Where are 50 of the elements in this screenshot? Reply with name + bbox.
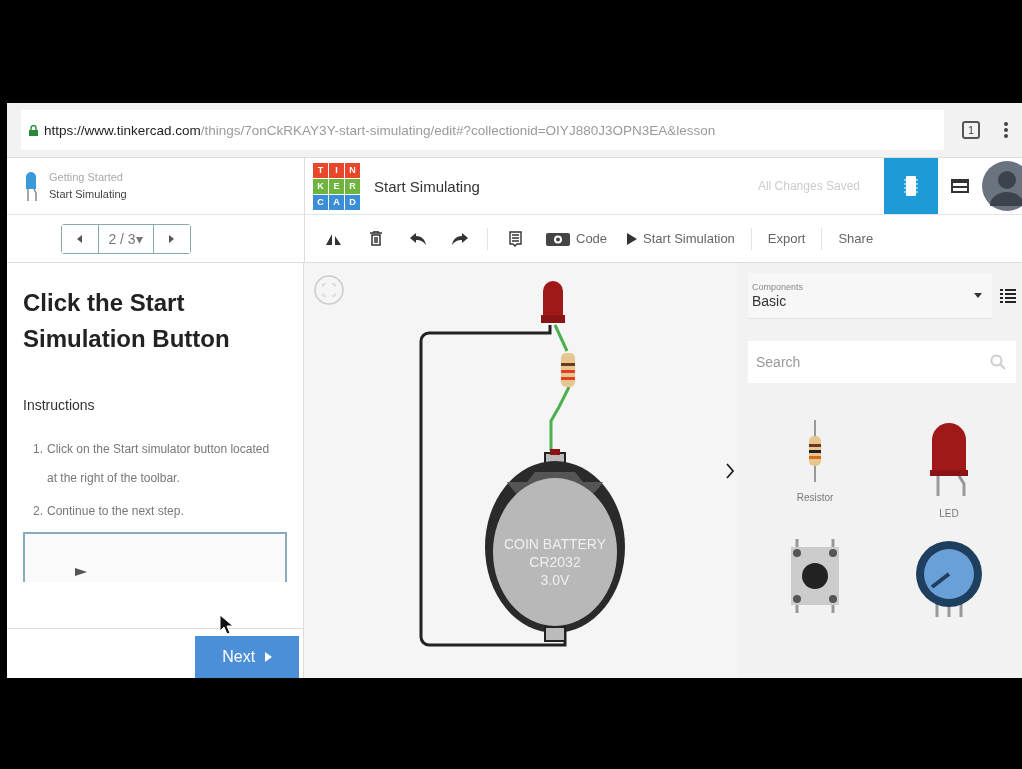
category-value: Basic xyxy=(752,293,788,310)
start-simulation-button[interactable]: Start Simulation xyxy=(619,220,743,257)
next-button[interactable]: Next xyxy=(195,636,300,678)
more-icon[interactable] xyxy=(1004,122,1008,138)
chip-icon xyxy=(904,176,918,196)
lock-icon xyxy=(29,124,38,136)
resistor-icon xyxy=(807,420,823,482)
instruction-step: Click on the Start simulator button located at the right of the toolbar. xyxy=(47,435,274,493)
lesson-title: Start Simulating xyxy=(49,187,127,202)
instructions-heading: Instructions xyxy=(23,397,96,413)
address-bar[interactable]: https://www.tinkercad.com/things/7onCkRKAY3Y-start-simulating/edit#?collectionid=OIYJ880J3OPN3EA&lesson xyxy=(21,110,944,150)
list-view-icon[interactable] xyxy=(1000,289,1016,303)
potentiometer-icon xyxy=(914,539,984,617)
caret-right-icon xyxy=(265,652,273,662)
step-pager[interactable]: 2 / 3▾ xyxy=(97,224,154,253)
lesson-category: Getting Started xyxy=(49,170,124,185)
step-number: 1. xyxy=(33,441,43,458)
play-icon xyxy=(627,232,638,245)
play-icon xyxy=(75,568,87,576)
delete-icon xyxy=(370,231,382,246)
caret-right-icon xyxy=(169,234,174,243)
toolbar-button[interactable]: Export xyxy=(759,220,814,257)
component-item[interactable]: Resistor xyxy=(748,419,882,520)
component-item[interactable]: LED xyxy=(882,419,1016,520)
avatar[interactable] xyxy=(982,161,1022,211)
led-icon xyxy=(25,171,37,201)
redo-icon xyxy=(452,232,468,245)
dropdown-caret-icon xyxy=(974,293,982,298)
url-text: https://www.tinkercad.com/things/7onCkRKAY3Y-start-simulating/edit#?collectionid=OIYJ880J3OPN3EA&lesson xyxy=(44,122,716,138)
code-icon xyxy=(546,230,570,247)
instruction-step: Continue to the next step. xyxy=(47,497,184,526)
search-field[interactable]: Search xyxy=(748,341,1016,383)
search-icon xyxy=(990,354,1006,370)
step-number: 2. xyxy=(33,503,43,520)
table-icon xyxy=(951,179,969,193)
caret-left-icon xyxy=(77,234,82,243)
components-dropdown[interactable]: Components Basic xyxy=(748,273,992,319)
tab-count[interactable]: 1 xyxy=(962,121,980,139)
expand-panel-icon[interactable] xyxy=(726,463,734,479)
toolbar-button[interactable]: Share xyxy=(830,220,882,257)
logo: T I N K E R C A D xyxy=(313,162,360,210)
mouse-cursor-icon xyxy=(220,615,234,635)
led-icon xyxy=(928,420,970,498)
code-button[interactable]: Code xyxy=(538,220,616,257)
pushbutton-icon xyxy=(789,539,841,613)
components-label: Components xyxy=(752,281,804,293)
undo-icon xyxy=(410,232,426,245)
design-title: Start Simulating xyxy=(374,177,481,195)
lesson-heading: Click the Start Simulation Button xyxy=(23,288,231,354)
notes-icon xyxy=(508,230,522,247)
